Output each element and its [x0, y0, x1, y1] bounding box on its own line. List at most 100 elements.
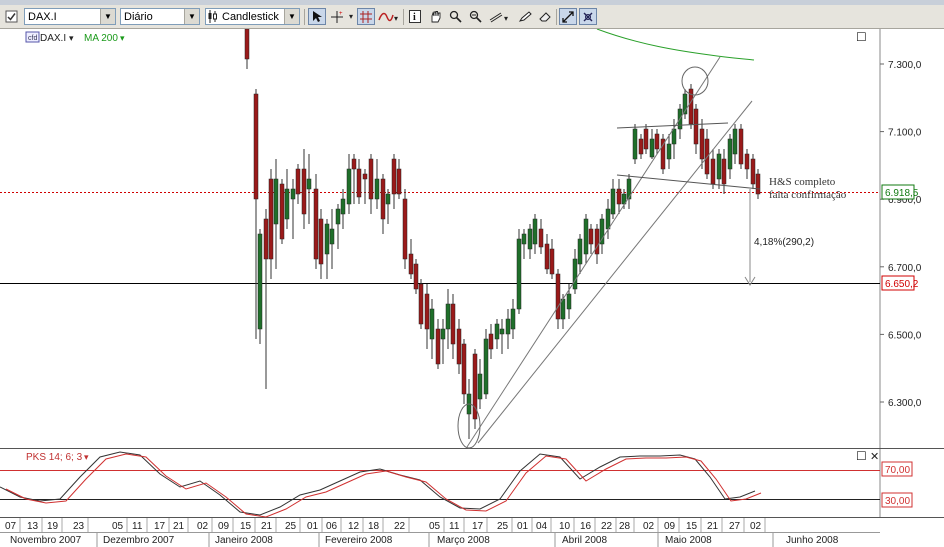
candle-body [483, 338, 489, 395]
candle-body [391, 158, 397, 195]
chevron-down-icon[interactable]: ▾ [346, 8, 356, 25]
x-tick-label: 23 [73, 521, 85, 532]
candle-body [418, 283, 424, 325]
candle-body [693, 108, 699, 145]
price-panel[interactable] [0, 29, 880, 448]
maximize-oscillator-icon[interactable]: ☐ [856, 449, 867, 463]
candle-body [385, 193, 391, 205]
close-oscillator-icon[interactable]: ✕ [870, 450, 879, 463]
magnet-icon[interactable] [579, 8, 597, 25]
candle-body [738, 128, 744, 165]
oscillator-slow-line [5, 453, 762, 518]
candle-body [616, 188, 622, 205]
zoom-icon[interactable] [446, 8, 464, 25]
oscillator-panel[interactable]: PKS 14; 6; 3 ▾ ☐ ✕ 70,00 30,00 [0, 449, 913, 518]
y-tick-label: 7.100,0 [888, 128, 922, 139]
chart-type-value: Candlestick [222, 10, 279, 23]
pattern-note-line2: falta confirmação [769, 189, 847, 201]
chart-type-select[interactable]: Candlestick ▼ [205, 8, 300, 25]
candle-body [263, 218, 269, 260]
candle-body [477, 373, 483, 400]
oscillator-label[interactable]: PKS 14; 6; 3 [26, 452, 83, 463]
period-select[interactable]: Diário ▼ [120, 8, 200, 25]
x-tick-label: 18 [368, 521, 380, 532]
candle-body [643, 128, 649, 150]
candle-body [516, 238, 522, 310]
checkbox-icon[interactable] [2, 8, 20, 25]
legend-icon-label: cfd [28, 35, 37, 42]
candle-body [279, 183, 285, 240]
cursor-icon[interactable] [308, 8, 326, 25]
info-icon[interactable]: i [406, 8, 424, 25]
x-tick-label: 05 [429, 521, 441, 532]
candle-body [429, 308, 435, 340]
y-tick-label: 6.300,0 [888, 398, 922, 409]
candle-body [654, 133, 660, 150]
candle-body [351, 158, 357, 170]
candle-body [329, 228, 335, 245]
x-tick-label: 02 [643, 521, 655, 532]
x-tick-label: 11 [132, 521, 143, 532]
candle-body [253, 93, 259, 200]
symbol-select[interactable]: DAX.I ▼ [24, 8, 116, 25]
svg-text:i: i [413, 12, 416, 23]
zoom-out-icon[interactable] [466, 8, 484, 25]
chevron-down-icon[interactable]: ▼ [184, 9, 199, 24]
candle-body [456, 328, 462, 365]
period-value: Diário [124, 10, 153, 23]
x-tick-label: 05 [112, 521, 124, 532]
candle-body [268, 178, 274, 260]
chart-canvas[interactable]: cfd DAX.I ▾ MA 200 ▾ ☐ 7.300,0 7.100,0 6.9… [0, 29, 944, 547]
crosshair-icon[interactable]: + [328, 8, 346, 25]
svg-text:▾: ▾ [504, 14, 508, 23]
oscillator-fast-line [0, 451, 756, 516]
legend-ma-dropdown-icon[interactable]: ▾ [120, 33, 125, 43]
x-tick-label: 04 [536, 521, 548, 532]
grid-icon[interactable] [357, 8, 375, 25]
candle-body [324, 223, 330, 255]
legend-symbol[interactable]: DAX.I [40, 33, 66, 44]
candle-body [527, 228, 533, 250]
pencil-icon[interactable] [516, 8, 534, 25]
legend-ma[interactable]: MA 200 [84, 33, 118, 44]
x-tick-label: 01 [307, 521, 319, 532]
candle-body [318, 218, 324, 265]
candle-body [671, 128, 677, 145]
y-tick-label: 6.700,0 [888, 263, 922, 274]
arrows-icon[interactable] [559, 8, 577, 25]
month-label: Abril 2008 [562, 535, 607, 546]
chevron-down-icon[interactable]: ▼ [284, 9, 299, 24]
month-label: Maio 2008 [665, 535, 712, 546]
candle-body [257, 233, 263, 330]
candle-body [549, 248, 555, 275]
hand-icon[interactable] [426, 8, 444, 25]
x-tick-label: 17 [472, 521, 484, 532]
x-tick-label: 12 [348, 521, 360, 532]
candle-body [374, 178, 380, 200]
chevron-down-icon[interactable]: ▼ [100, 9, 115, 24]
x-tick-label: 16 [580, 521, 592, 532]
candle-body [583, 218, 589, 255]
candle-body [532, 218, 538, 245]
oscillator-dropdown-icon[interactable]: ▾ [84, 452, 89, 462]
lines-icon[interactable]: ▾ [488, 8, 514, 25]
candle-body [244, 29, 250, 60]
x-tick-label: 06 [326, 521, 338, 532]
candle-body [744, 153, 750, 170]
candle-body [544, 243, 550, 270]
candle-body [335, 208, 341, 225]
candle-body [284, 188, 290, 220]
eraser-icon[interactable] [536, 8, 554, 25]
indicator-icon[interactable]: ▾ [377, 8, 401, 25]
candle-body [301, 168, 307, 215]
toolbar-separator [403, 9, 404, 25]
maximize-panel-icon[interactable]: ☐ [856, 30, 867, 44]
x-tick-label: 07 [5, 521, 17, 532]
x-tick-label: 28 [619, 521, 631, 532]
x-tick-label: 22 [394, 521, 406, 532]
y-axis: 7.300,07.100,06.900,06.700,06.500,06.300… [880, 60, 922, 409]
legend-dropdown-icon[interactable]: ▾ [69, 33, 74, 43]
month-label: Junho 2008 [786, 535, 839, 546]
candle-body [721, 158, 727, 185]
x-tick-label: 21 [173, 521, 185, 532]
